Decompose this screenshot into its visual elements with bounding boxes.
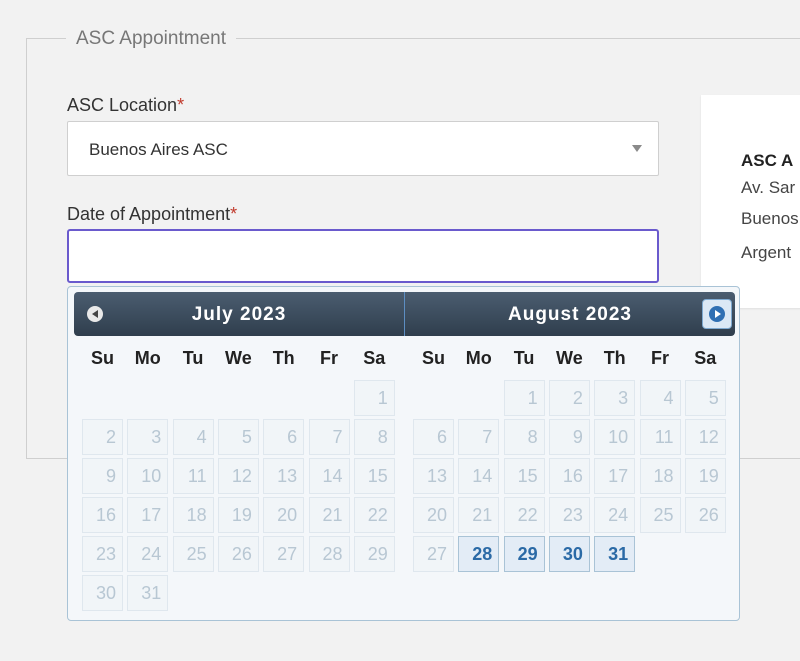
calendar-day: 7 — [458, 419, 500, 455]
calendar-day: 11 — [172, 458, 214, 494]
calendar-day: 17 — [594, 458, 636, 494]
calendar-day: 8 — [503, 419, 545, 455]
calendar-day: 10 — [127, 458, 169, 494]
calendar-day: 9 — [548, 419, 590, 455]
location-address-line2: Buenos — [741, 209, 799, 228]
weekday-header: Fr — [651, 348, 669, 368]
calendar-day: 15 — [503, 458, 545, 494]
weekday-header: Su — [90, 348, 114, 368]
calendar-day: 27 — [263, 536, 305, 572]
calendar-day: 14 — [458, 458, 500, 494]
calendar-day: 26 — [217, 536, 259, 572]
asc-location-label-text: ASC Location — [67, 95, 178, 115]
location-address-line3: Argent — [741, 243, 792, 262]
required-marker: * — [177, 95, 185, 115]
calendar-day: 6 — [413, 419, 454, 455]
weekday-header: We — [225, 348, 252, 368]
date-label-text: Date of Appointment — [67, 204, 231, 224]
calendar-day: 19 — [217, 497, 259, 533]
calendar-day: 2 — [82, 419, 123, 455]
asc-location-label: ASC Location* — [67, 95, 184, 115]
location-details-card: ASC A Av. Sar Buenos Argent — [701, 95, 800, 308]
calendar-day: 2 — [548, 380, 590, 416]
calendar-day: 5 — [217, 419, 259, 455]
next-month-button[interactable] — [702, 299, 732, 329]
weekday-header: Mo — [465, 348, 492, 368]
calendar-day: 14 — [308, 458, 350, 494]
calendar-day: 21 — [458, 497, 500, 533]
calendar-day[interactable]: 28 — [458, 536, 500, 572]
calendar-day: 17 — [127, 497, 169, 533]
weekday-header: Fr — [320, 348, 338, 368]
calendar-day: 20 — [413, 497, 454, 533]
calendar-day: 10 — [594, 419, 636, 455]
asc-location-select[interactable]: Buenos Aires ASC — [67, 121, 659, 176]
asc-location-value: Buenos Aires ASC — [89, 140, 228, 159]
datepicker-header: July 2023 August 2023 — [74, 292, 735, 336]
calendar-day: 6 — [263, 419, 305, 455]
weekday-header: Th — [272, 348, 295, 368]
weekday-header: Sa — [363, 348, 386, 368]
calendar-day: 29 — [353, 536, 395, 572]
calendar-day: 7 — [308, 419, 350, 455]
calendar-day: 9 — [82, 458, 123, 494]
location-name: ASC A — [741, 151, 794, 170]
calendar-day: 25 — [639, 497, 681, 533]
calendar-day: 12 — [684, 419, 726, 455]
calendar-day: 15 — [353, 458, 395, 494]
calendar-day: 23 — [548, 497, 590, 533]
calendar-day: 24 — [594, 497, 636, 533]
calendar-day: 4 — [172, 419, 214, 455]
calendar-day: 22 — [503, 497, 545, 533]
calendar-day[interactable]: 29 — [503, 536, 545, 572]
month-title-july: July 2023 — [191, 304, 287, 325]
calendar-day: 11 — [639, 419, 681, 455]
calendar-day: 12 — [217, 458, 259, 494]
calendar-day: 21 — [308, 497, 350, 533]
calendar-day: 25 — [172, 536, 214, 572]
calendar-day: 23 — [82, 536, 123, 572]
date-of-appointment-input[interactable] — [67, 229, 659, 283]
chevron-down-icon — [632, 145, 642, 152]
weekday-header: Tu — [182, 348, 204, 368]
calendar-day: 3 — [127, 419, 169, 455]
calendar-day[interactable]: 31 — [594, 536, 636, 572]
calendar-day: 27 — [413, 536, 454, 572]
calendar-day: 30 — [82, 575, 123, 611]
calendar-day: 22 — [353, 497, 395, 533]
calendar-day: 20 — [263, 497, 305, 533]
calendar-day: 28 — [308, 536, 350, 572]
calendar-day: 1 — [353, 380, 395, 416]
weekday-header: We — [556, 348, 583, 368]
weekday-header: Su — [421, 348, 445, 368]
calendar-day: 18 — [172, 497, 214, 533]
weekday-header: Th — [603, 348, 626, 368]
calendar-day: 19 — [684, 458, 726, 494]
calendar-day: 13 — [263, 458, 305, 494]
calendar-day[interactable]: 30 — [548, 536, 590, 572]
calendar-day: 24 — [127, 536, 169, 572]
fieldset-legend: ASC Appointment — [66, 28, 236, 50]
calendar-day: 31 — [127, 575, 169, 611]
weekday-header: Sa — [694, 348, 717, 368]
required-marker: * — [230, 204, 238, 224]
calendar-day: 13 — [413, 458, 454, 494]
calendar-day: 1 — [503, 380, 545, 416]
location-address-line1: Av. Sar — [741, 178, 796, 197]
weekday-header: Mo — [134, 348, 161, 368]
month-title-august: August 2023 — [508, 304, 632, 325]
calendar-day: 3 — [594, 380, 636, 416]
calendar-day: 16 — [548, 458, 590, 494]
datepicker-popup: July 2023 August 2023 Su Mo Tu We Th Fr Sa 1 2 3 4… — [67, 286, 740, 621]
date-of-appointment-label: Date of Appointment* — [67, 204, 237, 224]
weekday-header: Tu — [513, 348, 535, 368]
calendar-day: 16 — [82, 497, 123, 533]
circle-arrow-right-icon — [709, 306, 725, 322]
calendar-day: 8 — [353, 419, 395, 455]
calendar-day: 5 — [684, 380, 726, 416]
calendar-day: 18 — [639, 458, 681, 494]
calendar-day: 4 — [639, 380, 681, 416]
calendar-day: 26 — [684, 497, 726, 533]
